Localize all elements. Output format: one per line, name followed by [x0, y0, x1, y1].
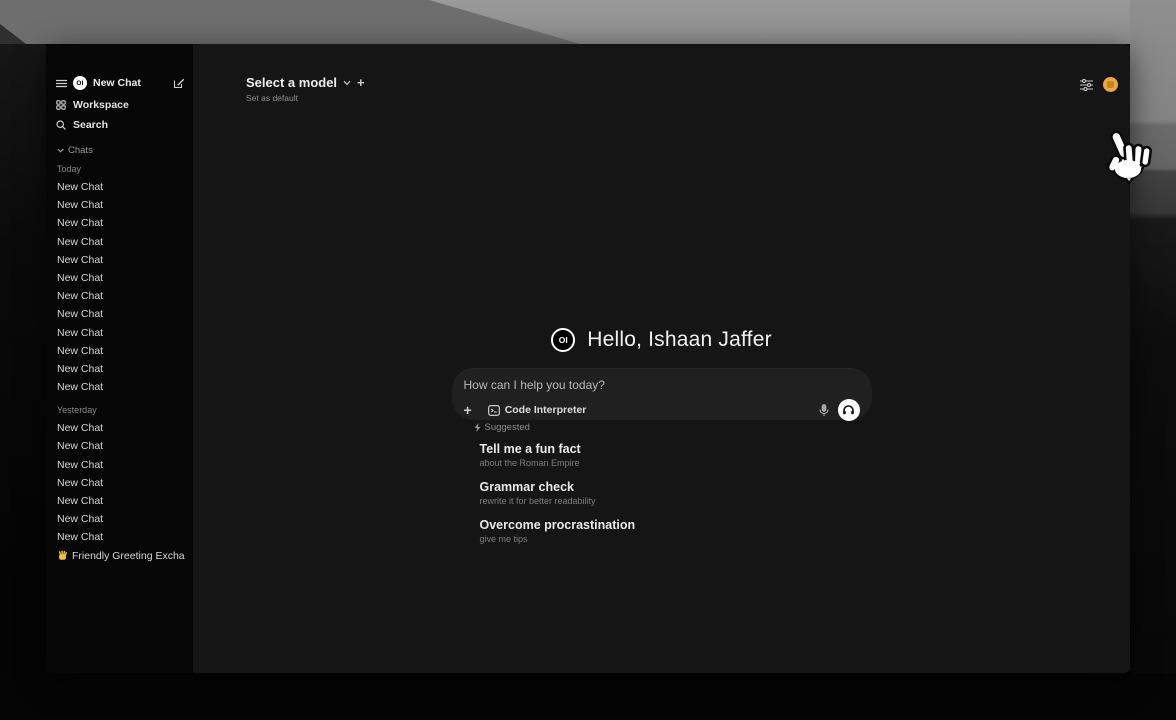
sidebar-item-workspace[interactable]: Workspace	[56, 96, 185, 113]
chat-list-item[interactable]: New Chat	[56, 287, 185, 305]
desktop-background-bottom	[0, 673, 1176, 720]
chat-list-item[interactable]: New Chat	[56, 360, 185, 378]
chat-list-item[interactable]: New Chat	[56, 214, 185, 232]
controls-sliders-icon[interactable]	[1080, 79, 1093, 91]
chat-list-item[interactable]: New Chat	[56, 178, 185, 196]
chat-list-item-friendly-greeting[interactable]: Friendly Greeting Exchange	[56, 547, 185, 565]
desktop-background-left	[0, 44, 46, 720]
yesterday-section-label: Yesterday	[57, 405, 185, 415]
prompt-subtitle: rewrite it for better readability	[480, 496, 800, 506]
suggested-prompt-fun-fact[interactable]: Tell me a fun fact about the Roman Empir…	[480, 442, 800, 468]
attach-plus-icon[interactable]: +	[464, 402, 472, 418]
model-selector-dropdown[interactable]: Select a model +	[246, 75, 365, 90]
header-right-controls	[1080, 77, 1118, 92]
code-interpreter-icon	[488, 405, 500, 416]
prompt-title: Grammar check	[480, 480, 800, 494]
voice-call-button[interactable]	[838, 399, 860, 421]
chat-list-item[interactable]: New Chat	[56, 305, 185, 323]
chat-list-item[interactable]: New Chat	[56, 251, 185, 269]
today-chat-list: New Chat New Chat New Chat New Chat New …	[56, 178, 185, 396]
today-section-label: Today	[57, 164, 185, 174]
avatar-image	[1107, 81, 1114, 88]
main-panel: Select a model + Set as default OI Hello…	[193, 44, 1130, 673]
microphone-icon[interactable]	[819, 404, 829, 417]
search-label: Search	[73, 119, 108, 131]
model-selector-label: Select a model	[246, 75, 337, 90]
chats-label: Chats	[68, 145, 93, 156]
chevron-down-icon	[343, 80, 351, 86]
user-avatar[interactable]	[1103, 77, 1118, 92]
chat-list-item[interactable]: New Chat	[56, 419, 185, 437]
suggested-label: Suggested	[485, 422, 530, 433]
chat-input-container: + Code Interpreter	[452, 368, 872, 420]
desktop-background-right	[1130, 0, 1176, 720]
search-icon	[56, 120, 66, 130]
app-logo-icon: OI	[551, 328, 575, 352]
prompt-subtitle: give me tips	[480, 534, 800, 544]
app-logo-icon: OI	[73, 76, 87, 90]
bolt-icon	[474, 423, 481, 432]
chat-list-item[interactable]: New Chat	[56, 324, 185, 342]
chat-title: Friendly Greeting Exchange	[72, 547, 185, 565]
code-interpreter-toggle[interactable]: Code Interpreter	[488, 404, 587, 416]
add-model-icon[interactable]: +	[357, 76, 365, 89]
headphones-icon	[842, 404, 855, 416]
chat-list-item[interactable]: New Chat	[56, 196, 185, 214]
prompt-title: Overcome procrastination	[480, 518, 800, 532]
suggested-prompts: Suggested Tell me a fun fact about the R…	[480, 422, 800, 556]
workspace-label: Workspace	[73, 99, 129, 111]
chat-list-item[interactable]: New Chat	[56, 474, 185, 492]
waving-hand-icon	[57, 550, 68, 561]
chat-list-item[interactable]: New Chat	[56, 492, 185, 510]
open-webui-window: OI New Chat Workspace Search Chats	[46, 44, 1130, 673]
sidebar-top-row: OI New Chat	[56, 74, 185, 92]
workspace-grid-icon	[56, 100, 66, 110]
suggested-prompt-procrastination[interactable]: Overcome procrastination give me tips	[480, 518, 800, 544]
chat-input-controls: + Code Interpreter	[464, 399, 860, 421]
new-chat-pencil-icon[interactable]	[173, 77, 185, 89]
chevron-down-icon	[57, 148, 64, 153]
chat-list-item[interactable]: New Chat	[56, 233, 185, 251]
suggested-prompt-grammar-check[interactable]: Grammar check rewrite it for better read…	[480, 480, 800, 506]
code-interpreter-label: Code Interpreter	[505, 404, 587, 416]
model-bar: Select a model + Set as default	[246, 75, 365, 103]
chat-list-item[interactable]: New Chat	[56, 456, 185, 474]
chat-list-item[interactable]: New Chat	[56, 269, 185, 287]
set-as-default-link[interactable]: Set as default	[246, 93, 365, 103]
chat-list-item[interactable]: New Chat	[56, 528, 185, 546]
prompt-subtitle: about the Roman Empire	[480, 458, 800, 468]
chat-list-item[interactable]: New Chat	[56, 510, 185, 528]
sidebar-new-chat-label[interactable]: New Chat	[93, 77, 141, 89]
sidebar: OI New Chat Workspace Search Chats	[46, 44, 193, 673]
chat-list-item[interactable]: New Chat	[56, 378, 185, 396]
prompt-title: Tell me a fun fact	[480, 442, 800, 456]
sidebar-toggle-icon[interactable]	[56, 79, 67, 88]
suggested-header: Suggested	[474, 422, 800, 433]
chat-list-item[interactable]: New Chat	[56, 342, 185, 360]
chats-section-header[interactable]: Chats	[57, 145, 185, 156]
chat-input[interactable]	[464, 378, 860, 392]
yesterday-chat-list: New Chat New Chat New Chat New Chat New …	[56, 419, 185, 565]
sidebar-item-search[interactable]: Search	[56, 116, 185, 133]
chat-list-item[interactable]: New Chat	[56, 437, 185, 455]
greeting-text: Hello, Ishaan Jaffer	[587, 328, 772, 352]
greeting-row: OI Hello, Ishaan Jaffer	[193, 328, 1130, 352]
